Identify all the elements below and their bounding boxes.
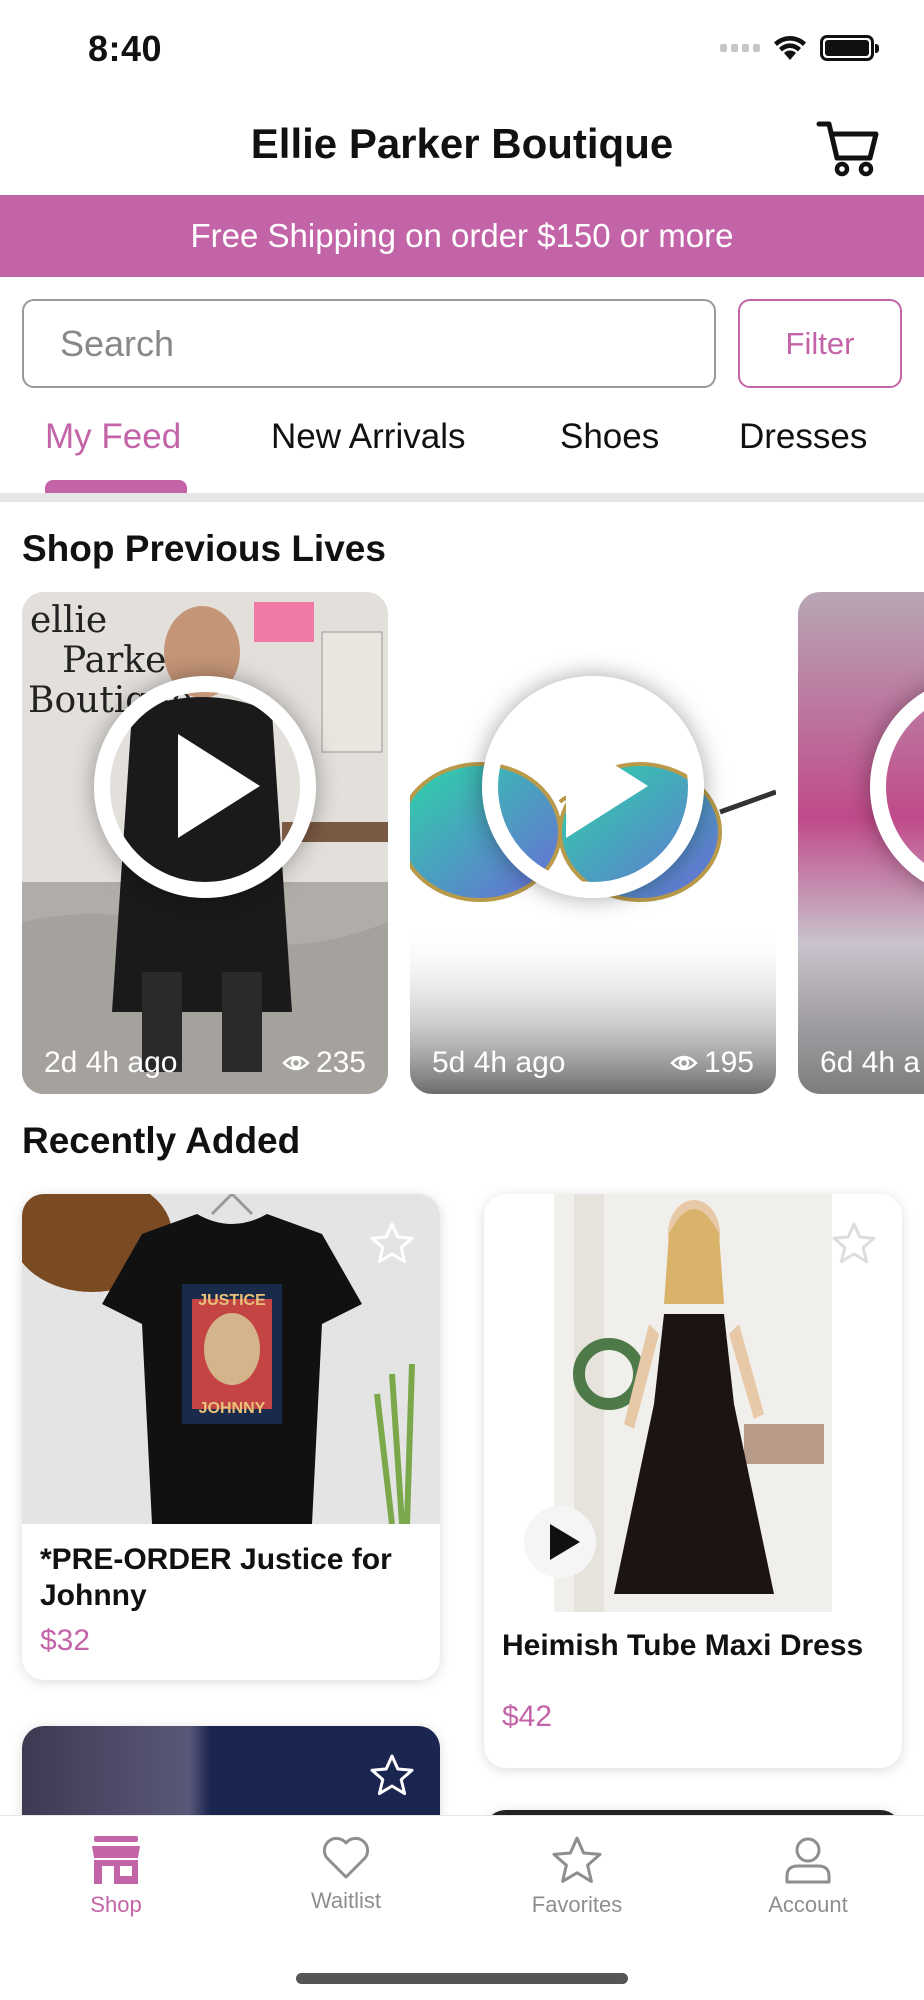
account-icon (785, 1837, 831, 1884)
category-tabs: My Feed New Arrivals Shoes Dresses (0, 405, 924, 495)
section-title-recently-added: Recently Added (22, 1120, 301, 1161)
app-title: Ellie Parker Boutique (250, 120, 674, 167)
status-time: 8:40 (88, 28, 163, 69)
app-header: Ellie Parker Boutique (0, 100, 924, 195)
live-video-card[interactable]: 5d 4h ago 195 (410, 592, 776, 1094)
nav-item-favorites[interactable]: Favorites (497, 1836, 657, 1918)
tab-shoes[interactable]: Shoes (560, 417, 659, 457)
product-price: $42 (502, 1700, 553, 1733)
live-view-count: 235 (315, 1046, 366, 1079)
star-icon (552, 1836, 602, 1883)
live-time-ago: 5d 4h ago (432, 1046, 566, 1079)
home-indicator (296, 1973, 628, 1984)
active-tab-indicator (45, 480, 187, 494)
heart-icon (322, 1836, 370, 1879)
shirt-graphic-text-bottom: JOHNNY (198, 1400, 266, 1417)
nav-item-account[interactable]: Account (728, 1836, 888, 1918)
play-icon[interactable] (482, 676, 704, 898)
battery-icon (820, 35, 879, 61)
live-time-ago: 2d 4h ago (44, 1046, 178, 1079)
nav-label: Shop (90, 1892, 142, 1917)
shirt-graphic-text-top: JUSTICE (198, 1292, 266, 1309)
favorite-star-icon[interactable] (832, 1222, 876, 1269)
live-meta: 2d 4h ago 235 (44, 1046, 366, 1080)
cart-icon[interactable] (816, 118, 880, 178)
nav-label: Waitlist (310, 1888, 382, 1913)
product-name: Heimish Tube Maxi Dress (502, 1629, 864, 1662)
cellular-signal-icon (720, 44, 760, 52)
tab-new-arrivals[interactable]: New Arrivals (271, 417, 465, 457)
nav-label: Account (768, 1892, 848, 1917)
eye-icon (670, 1055, 698, 1071)
nav-item-waitlist[interactable]: Waitlist (266, 1836, 426, 1914)
status-bar: 8:40 (0, 0, 924, 100)
search-input[interactable] (22, 299, 716, 388)
live-view-count: 195 (703, 1046, 754, 1079)
filter-button[interactable]: Filter (738, 299, 902, 388)
video-play-icon[interactable] (524, 1506, 596, 1578)
live-views: 235 (282, 1046, 366, 1080)
tab-my-feed[interactable]: My Feed (45, 417, 181, 457)
live-meta: 6d 4h a (820, 1046, 920, 1080)
section-title-previous-lives: Shop Previous Lives (22, 528, 386, 569)
product-card[interactable]: JUSTICE JOHNNY *PRE-ORDER Justice for Jo… (22, 1194, 440, 1680)
live-video-card[interactable]: 6d 4h a (798, 592, 924, 1094)
eye-icon (282, 1055, 310, 1071)
live-views: 195 (670, 1046, 754, 1080)
play-icon[interactable] (94, 676, 316, 898)
live-time-ago: 6d 4h a (820, 1046, 921, 1079)
status-icons (720, 34, 879, 62)
shop-icon (92, 1836, 140, 1884)
nav-item-shop[interactable]: Shop (36, 1836, 196, 1918)
product-name: *PRE-ORDER Justice for Johnny (40, 1543, 392, 1612)
live-meta: 5d 4h ago 195 (432, 1046, 754, 1080)
product-card[interactable]: Heimish Tube Maxi Dress $42 (484, 1194, 902, 1768)
live-video-card[interactable]: ellie Parker Boutique 2d 4h ago 235 (22, 592, 388, 1094)
tabs-divider (0, 493, 924, 502)
favorite-star-icon[interactable] (370, 1222, 414, 1269)
wifi-icon (772, 34, 808, 62)
favorite-star-icon[interactable] (370, 1754, 414, 1801)
play-icon[interactable] (870, 676, 924, 898)
nav-label: Favorites (531, 1892, 623, 1917)
tab-dresses[interactable]: Dresses (739, 417, 867, 457)
promo-banner: Free Shipping on order $150 or more (0, 195, 924, 277)
svg-text:ellie: ellie (30, 600, 107, 641)
product-price: $32 (40, 1624, 91, 1657)
